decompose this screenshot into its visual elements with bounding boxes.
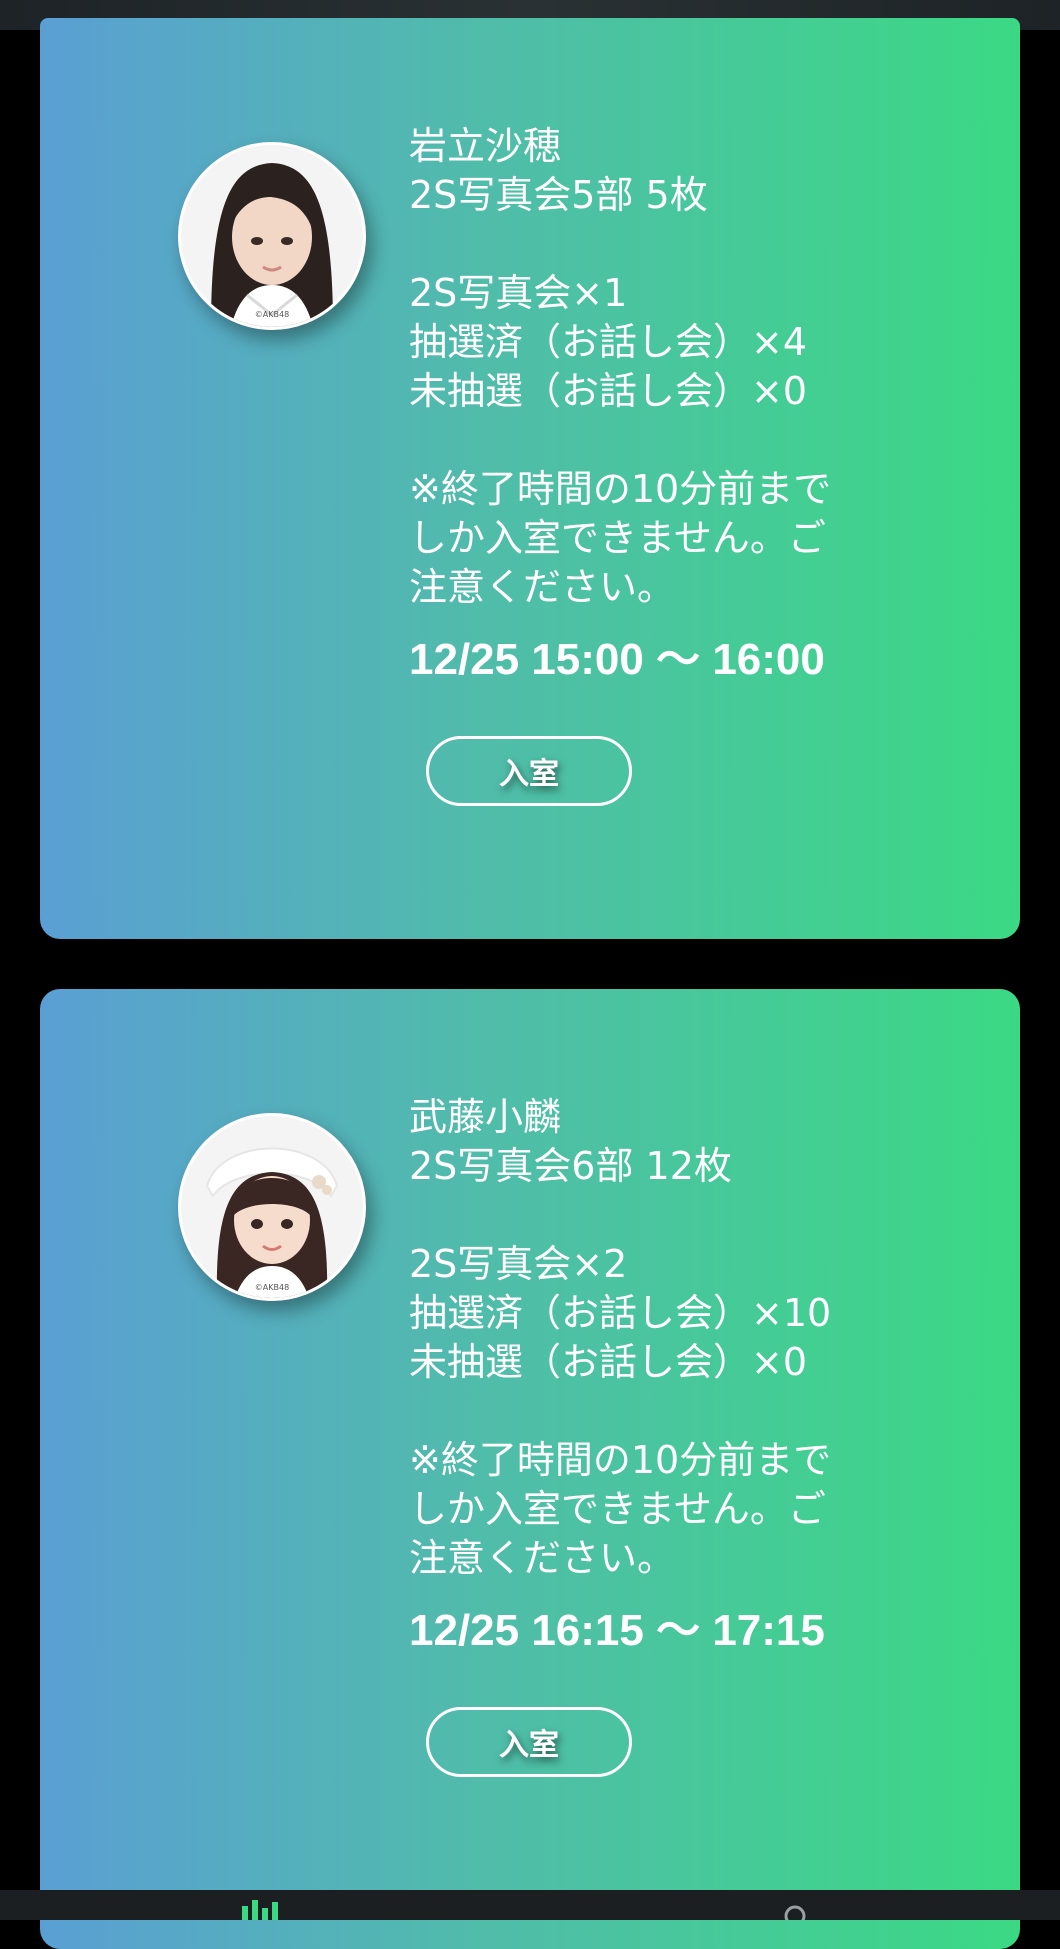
photo-count: 2S写真会×1 (409, 271, 628, 315)
profile-icon[interactable] (780, 1904, 810, 1920)
event-info: 武藤小麟 2S写真会6部 12枚 2S写真会×2 抽選済（お話し会）×10 未抽… (409, 1093, 969, 1777)
photo-count: 2S写真会×2 (409, 1242, 628, 1286)
notice-line-1: ※終了時間の10分前まで (409, 1438, 832, 1482)
event-time: 12/25 16:15 〜 17:15 (409, 1606, 825, 1655)
event-title: 2S写真会5部 5枚 (409, 173, 708, 217)
notice-line-3: 注意ください。 (409, 565, 676, 609)
notice-line-1: ※終了時間の10分前まで (409, 467, 832, 511)
ticket-icon[interactable] (238, 1898, 294, 1920)
notice-line-3: 注意ください。 (409, 1536, 676, 1580)
event-info: 岩立沙穂 2S写真会5部 5枚 2S写真会×1 抽選済（お話し会）×4 未抽選（… (409, 122, 969, 806)
event-card: ©AKB48 武藤小麟 2S写真会6部 12枚 2S写真会×2 抽選済（お話し会… (40, 989, 1020, 1949)
avatar-credit: ©AKB48 (255, 1283, 289, 1292)
event-card: ©AKB48 岩立沙穂 2S写真会5部 5枚 2S写真会×1 抽選済（お話し会）… (40, 18, 1020, 939)
avatar-credit: ©AKB48 (255, 310, 289, 319)
member-avatar: ©AKB48 (178, 1113, 366, 1301)
notice-line-2: しか入室できません。ご (409, 516, 826, 560)
notice-line-2: しか入室できません。ご (409, 1487, 826, 1531)
member-name: 岩立沙穂 (409, 124, 562, 168)
drawn-count: 抽選済（お話し会）×4 (409, 320, 808, 364)
member-avatar: ©AKB48 (178, 142, 366, 330)
undrawn-count: 未抽選（お話し会）×0 (409, 369, 808, 413)
member-name: 武藤小麟 (409, 1095, 562, 1139)
enter-room-button[interactable]: 入室 (426, 736, 632, 806)
tab-bar (0, 1890, 1060, 1920)
enter-room-button[interactable]: 入室 (426, 1707, 632, 1777)
event-title: 2S写真会6部 12枚 (409, 1144, 732, 1188)
undrawn-count: 未抽選（お話し会）×0 (409, 1340, 808, 1384)
event-time: 12/25 15:00 〜 16:00 (409, 635, 825, 684)
drawn-count: 抽選済（お話し会）×10 (409, 1291, 832, 1335)
